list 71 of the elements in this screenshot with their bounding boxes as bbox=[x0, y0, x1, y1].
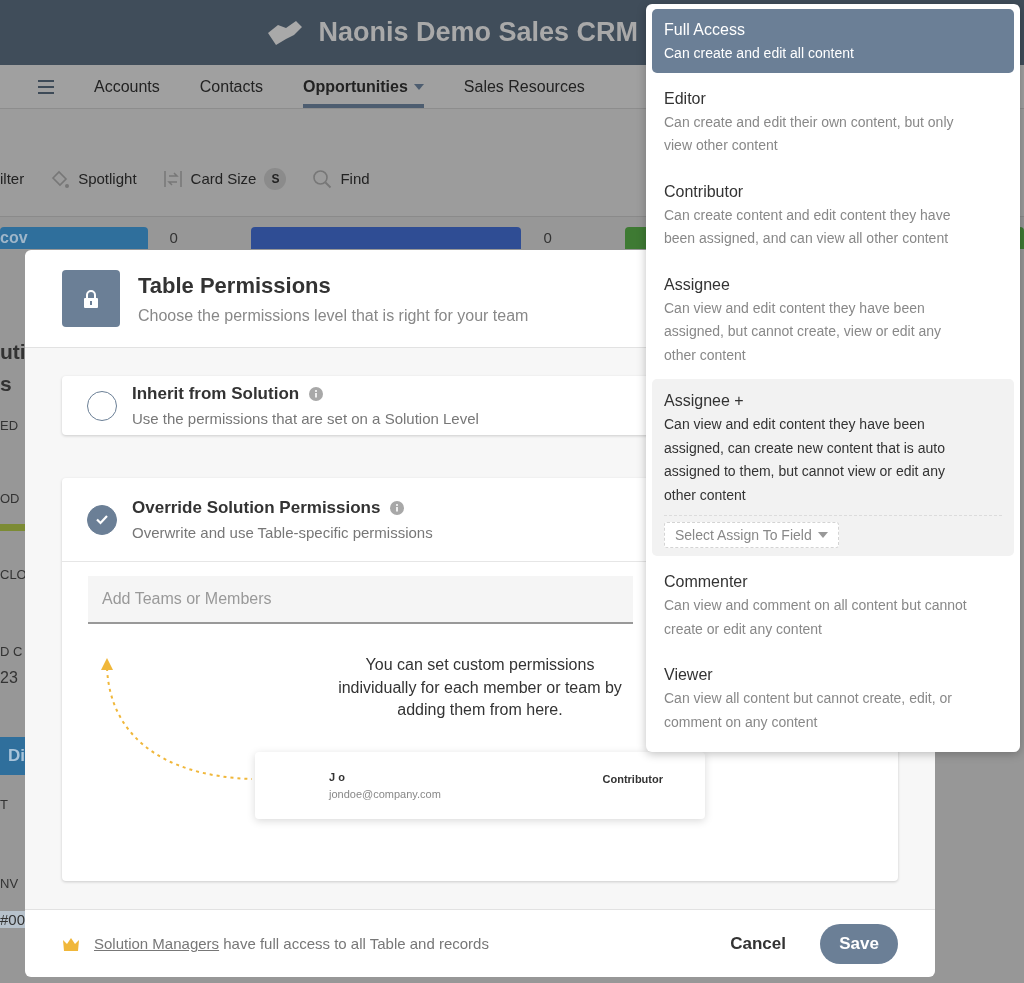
member-role: Contributor bbox=[602, 773, 663, 785]
column-count: 0 bbox=[543, 228, 553, 248]
card-text: #00 bbox=[0, 911, 25, 928]
toolbar-button[interactable]: ilter bbox=[0, 170, 25, 187]
card-text: 23 bbox=[0, 669, 19, 687]
app-title: Naonis Demo Sales CRM bbox=[318, 17, 638, 48]
option-description: Use the permissions that are set on a Solution Level bbox=[132, 410, 479, 427]
role-description: Can create content and edit content they have been assigned, and can view all other content bbox=[664, 205, 952, 248]
role-description: Can create and edit their own content, but only view other content bbox=[664, 112, 955, 155]
role-title: Assignee + bbox=[664, 391, 745, 411]
card-text: D C bbox=[0, 644, 24, 659]
role-option[interactable]: Full Access Can create and edit all content bbox=[652, 9, 1014, 73]
role-option[interactable]: Assignee + Can view and edit content they have been assigned, can create new content that is auto assigned to them, but cannot view or edit any other content Select Assign To Field bbox=[652, 379, 1014, 556]
role-title: Editor bbox=[664, 88, 707, 109]
card-stripe bbox=[0, 524, 25, 531]
role-title: Commenter bbox=[664, 572, 749, 592]
lock-icon bbox=[62, 270, 120, 327]
toolbar-button[interactable]: Spotlight bbox=[50, 168, 137, 189]
role-title: Contributor bbox=[664, 181, 745, 202]
option-title: Inherit from Solution bbox=[132, 384, 300, 404]
role-option[interactable]: Commenter Can view and comment on all content but cannot create or edit any content bbox=[652, 560, 1014, 649]
dialog-subtitle: Choose the permissions level that is right for your team bbox=[138, 306, 529, 325]
info-icon bbox=[390, 501, 405, 515]
nav-tab[interactable]: Accounts bbox=[94, 65, 160, 108]
card-text: NV bbox=[0, 876, 20, 891]
column-header: cov bbox=[0, 227, 148, 249]
search-icon bbox=[312, 168, 333, 189]
role-option[interactable]: Contributor Can create content and edit content they have been assigned, and can view all other content bbox=[652, 169, 1014, 259]
toolbar-button[interactable]: Find bbox=[312, 168, 370, 189]
assign-field-select[interactable]: Select Assign To Field bbox=[664, 522, 839, 548]
caret-icon bbox=[817, 532, 828, 538]
role-description: Can view and edit content they have been assigned, but cannot create, view or edit any other content bbox=[664, 298, 943, 365]
size-badge: S bbox=[264, 167, 287, 190]
role-description: Can view and comment on all content but cannot create or edit any content bbox=[664, 596, 968, 639]
paint-bucket-icon bbox=[50, 168, 71, 189]
member-name: J o bbox=[329, 770, 346, 783]
toolbar-button[interactable]: Card Size S bbox=[162, 167, 287, 190]
add-members-field[interactable]: Add Teams or Members bbox=[88, 576, 633, 624]
role-title: Viewer bbox=[664, 665, 714, 685]
nav-tab[interactable]: Contacts bbox=[199, 65, 263, 108]
cancel-button[interactable]: Cancel bbox=[724, 932, 792, 955]
column-count: 0 bbox=[169, 228, 179, 248]
role-option[interactable]: Viewer Can view all content but cannot create, edit, or comment on any content bbox=[652, 653, 1014, 742]
role-description: Can create and edit all content bbox=[664, 44, 855, 63]
role-title: Assignee bbox=[664, 274, 731, 295]
check-icon bbox=[95, 514, 109, 525]
member-email: jondoe@company.com bbox=[329, 787, 441, 800]
card-text: Di bbox=[0, 737, 25, 775]
option-title: Override Solution Permissions bbox=[132, 498, 381, 518]
option-description: Overwrite and use Table-specific permissions bbox=[132, 524, 433, 541]
footer-note: Solution Managers have full access to all Table and records bbox=[94, 935, 489, 952]
resize-arrows-icon bbox=[162, 168, 183, 189]
card-text: OD bbox=[0, 491, 21, 506]
card-text: s bbox=[0, 372, 13, 396]
role-option[interactable]: Assignee Can view and edit content they have been assigned, but cannot create, view or edit any other content bbox=[652, 262, 1014, 375]
radio-button[interactable] bbox=[87, 504, 117, 535]
radio-button[interactable] bbox=[87, 390, 117, 421]
save-button[interactable]: Save bbox=[820, 923, 898, 964]
hint-text: You can set custom permissions individually for each member or team by adding them from here. bbox=[337, 655, 623, 720]
role-option[interactable]: Editor Can create and edit their own content, but only view other content bbox=[652, 76, 1014, 166]
solution-managers-link[interactable]: Solution Managers bbox=[94, 935, 220, 952]
card-text: ED bbox=[0, 418, 20, 433]
info-icon bbox=[309, 387, 324, 401]
role-title: Full Access bbox=[664, 20, 746, 40]
role-description: Can view all content but cannot create, edit, or comment on any content bbox=[664, 689, 953, 732]
nav-tab[interactable]: Sales Resources bbox=[463, 65, 585, 108]
card-text: T bbox=[0, 797, 9, 812]
menu-icon[interactable] bbox=[38, 79, 54, 94]
dialog-title: Table Permissions bbox=[138, 272, 332, 299]
crown-icon bbox=[62, 936, 80, 951]
card-text: uti bbox=[0, 340, 25, 364]
